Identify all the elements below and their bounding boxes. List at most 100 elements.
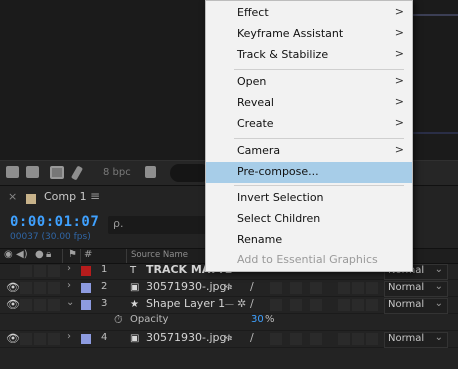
current-time-display[interactable]: 0:00:01:07 xyxy=(10,214,99,230)
quality-switch-icon[interactable]: ∕ xyxy=(250,297,254,310)
folder-icon[interactable] xyxy=(26,166,39,178)
menu-separator xyxy=(234,69,404,70)
cell xyxy=(338,282,350,294)
shy-switch-icon[interactable]: ቁ xyxy=(225,331,232,345)
bit-depth-label[interactable]: 8 bpc xyxy=(103,167,131,178)
frame-count-display: 00037 (30.00 fps) xyxy=(10,232,91,242)
menu-item-label: Effect xyxy=(237,6,269,19)
blend-mode-value: Normal xyxy=(388,333,425,344)
menu-item-add-to-essential-graphics: Add to Essential Graphics xyxy=(206,250,412,271)
menu-item-open[interactable]: Open > xyxy=(206,72,412,93)
menu-item-effect[interactable]: Effect > xyxy=(206,3,412,24)
panel-menu-icon[interactable]: ≡ xyxy=(90,189,100,203)
label-color-swatch[interactable] xyxy=(81,334,91,344)
menu-item-label: Track & Stabilize xyxy=(237,48,329,61)
monitor-icon[interactable] xyxy=(6,166,19,178)
layer-name[interactable]: Shape Layer 1 xyxy=(146,297,225,310)
audio-icon[interactable]: ◀) xyxy=(16,249,28,260)
menu-item-camera[interactable]: Camera > xyxy=(206,141,412,162)
menu-item-reveal[interactable]: Reveal > xyxy=(206,93,412,114)
close-tab-icon[interactable]: × xyxy=(8,190,17,203)
menu-item-label: Select Children xyxy=(237,212,321,225)
blend-mode-value: Normal xyxy=(388,299,425,310)
submenu-arrow-icon: > xyxy=(394,116,404,129)
label-color-swatch[interactable] xyxy=(81,283,91,293)
shy-switch-icon[interactable]: ⏤ xyxy=(225,297,234,311)
expand-arrow-icon[interactable]: › xyxy=(67,331,71,342)
collapse-switch-icon[interactable]: ✲ xyxy=(237,297,246,310)
label-color-swatch[interactable] xyxy=(81,266,91,276)
cell xyxy=(270,299,282,311)
menu-item-label: Keyframe Assistant xyxy=(237,27,344,40)
cell xyxy=(338,299,350,311)
blend-mode-select[interactable]: Normal ⌄ xyxy=(384,332,448,348)
opacity-property-row[interactable]: ⏱︎ Opacity 30 % xyxy=(0,313,458,331)
av-features-eye-icon[interactable]: ◉ xyxy=(4,249,13,260)
blend-mode-select[interactable]: Normal ⌄ xyxy=(384,281,448,297)
menu-item-pre-compose[interactable]: Pre-compose... xyxy=(206,162,412,183)
layer-row-2[interactable]: 👁︎ › 2 ▣ 30571930-.jpg ቁ ∕ Normal ⌄ xyxy=(0,280,458,297)
pen-icon[interactable] xyxy=(70,165,84,181)
menu-item-track-stabilize[interactable]: Track & Stabilize > xyxy=(206,45,412,66)
menu-item-keyframe-assistant[interactable]: Keyframe Assistant > xyxy=(206,24,412,45)
render-progress-pill xyxy=(170,164,210,182)
menu-item-create[interactable]: Create > xyxy=(206,114,412,135)
cell xyxy=(310,333,322,345)
blend-mode-select[interactable]: Normal ⌄ xyxy=(384,298,448,314)
cell xyxy=(34,265,46,277)
cell xyxy=(48,299,60,311)
label-column-icon[interactable]: ⚑ xyxy=(68,249,77,260)
tab-comp[interactable]: Comp 1 xyxy=(44,190,87,203)
cell xyxy=(20,299,32,311)
menu-item-rename[interactable]: Rename xyxy=(206,230,412,251)
trash-icon[interactable] xyxy=(145,166,156,178)
cell xyxy=(352,282,364,294)
stopwatch-icon[interactable]: ⏱︎ xyxy=(114,313,123,327)
layer-name[interactable]: 30571930-.jpg xyxy=(146,331,226,344)
cell xyxy=(338,333,350,345)
layer-number: 4 xyxy=(101,332,108,343)
image-footage-icon: ▣ xyxy=(130,282,140,293)
layer-context-menu: Effect > Keyframe Assistant > Track & St… xyxy=(205,0,413,272)
expand-arrow-icon[interactable]: › xyxy=(67,280,71,291)
cell xyxy=(270,333,282,345)
menu-item-select-children[interactable]: Select Children xyxy=(206,209,412,230)
cell xyxy=(48,265,60,277)
submenu-arrow-icon: > xyxy=(394,95,404,108)
lock-icon[interactable]: 🔒︎ xyxy=(46,249,51,260)
image-footage-icon: ▣ xyxy=(130,333,140,344)
opacity-value[interactable]: 30 xyxy=(251,314,264,325)
menu-separator xyxy=(234,185,404,186)
layer-row-4[interactable]: 👁︎ › 4 ▣ 30571930-.jpg ቁ ∕ Normal ⌄ xyxy=(0,331,458,348)
eye-icon[interactable]: 👁︎ xyxy=(6,281,20,294)
layer-number-column[interactable]: # xyxy=(84,249,92,260)
menu-item-label: Rename xyxy=(237,233,283,246)
menu-item-invert-selection[interactable]: Invert Selection xyxy=(206,188,412,209)
quality-switch-icon[interactable]: ∕ xyxy=(250,280,254,293)
eye-icon[interactable]: 👁︎ xyxy=(6,332,20,345)
chevron-down-icon: ⌄ xyxy=(434,264,443,275)
cell xyxy=(310,282,322,294)
layer-number: 2 xyxy=(101,281,108,292)
collapse-arrow-icon[interactable]: ⌄ xyxy=(66,297,74,308)
shape-star-icon: ★ xyxy=(130,299,139,310)
submenu-arrow-icon: > xyxy=(394,26,404,39)
cell xyxy=(352,333,364,345)
layer-search-input[interactable]: ρ. xyxy=(108,216,213,234)
cell xyxy=(270,282,282,294)
solo-icon[interactable]: ● xyxy=(35,249,44,260)
expand-arrow-icon[interactable]: › xyxy=(67,263,71,274)
shy-switch-icon[interactable]: ቁ xyxy=(225,280,232,294)
quality-switch-icon[interactable]: ∕ xyxy=(250,331,254,344)
eye-icon[interactable]: 👁︎ xyxy=(6,298,20,311)
label-color-swatch[interactable] xyxy=(81,300,91,310)
layer-row-3[interactable]: 👁︎ ⌄ 3 ★ Shape Layer 1 ⏤ ✲ ∕ Normal ⌄ xyxy=(0,297,458,314)
region-of-interest-icon[interactable] xyxy=(50,166,64,179)
layer-name[interactable]: 30571930-.jpg xyxy=(146,280,226,293)
source-name-column[interactable]: Source Name xyxy=(131,250,188,260)
blend-mode-value: Normal xyxy=(388,282,425,293)
cell xyxy=(366,333,378,345)
menu-item-label: Invert Selection xyxy=(237,191,324,204)
cell xyxy=(20,333,32,345)
text-layer-icon: T xyxy=(130,265,137,276)
